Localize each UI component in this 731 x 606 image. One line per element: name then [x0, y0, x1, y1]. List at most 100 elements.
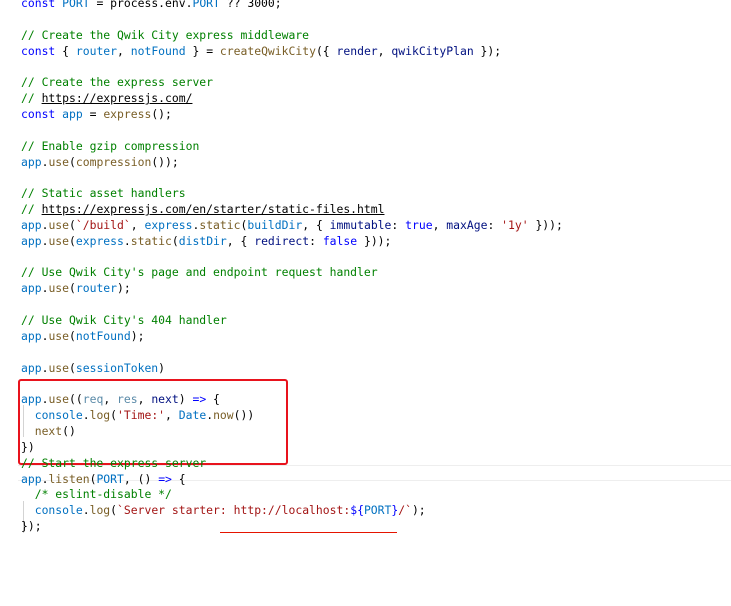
- code-line[interactable]: /* eslint-disable */: [21, 486, 172, 502]
- code-token: app: [21, 360, 42, 375]
- code-token: qwikCityPlan: [391, 43, 474, 58]
- code-token: PORT: [363, 503, 392, 518]
- code-line[interactable]: app.use(sessionToken): [21, 360, 165, 376]
- code-token: use: [48, 328, 70, 343]
- code-token: ({: [315, 43, 337, 58]
- code-token: https://expressjs.com/: [41, 91, 193, 106]
- code-token: app: [21, 233, 42, 248]
- code-token: :: [309, 233, 323, 248]
- code-token: (: [69, 154, 76, 169]
- code-token: // Create the Qwik City express middlewa…: [21, 27, 310, 42]
- code-token: , {: [226, 233, 255, 248]
- code-token: (: [69, 360, 76, 375]
- code-token: app: [21, 281, 42, 296]
- code-token: (: [171, 233, 179, 248]
- code-line[interactable]: console.log(`Server starter: http://loca…: [21, 502, 426, 518]
- code-token: ());: [151, 154, 179, 169]
- code-token: /* eslint-disable */: [34, 487, 172, 502]
- code-line[interactable]: // Create the Qwik City express middlewa…: [21, 27, 309, 43]
- code-token: :: [391, 217, 406, 232]
- code-token: notFound: [75, 328, 131, 343]
- code-token: (: [110, 503, 118, 518]
- code-token: log: [89, 408, 111, 423]
- code-line[interactable]: // Use Qwik City's page and endpoint req…: [21, 264, 378, 280]
- code-token: =>: [158, 471, 172, 486]
- code-token: '1y': [501, 217, 529, 232]
- code-token: const: [21, 43, 56, 58]
- code-line[interactable]: }): [21, 439, 35, 455]
- code-token: static: [130, 233, 172, 248]
- code-token: // Enable gzip compression: [21, 138, 200, 153]
- code-line[interactable]: next(): [21, 423, 76, 439]
- code-line[interactable]: const app = express();: [21, 106, 172, 122]
- code-token: listen: [48, 471, 90, 486]
- code-token: ${: [350, 503, 364, 518]
- code-token: use: [48, 233, 70, 248]
- code-token: ??: [219, 0, 248, 10]
- code-line[interactable]: // Enable gzip compression: [21, 138, 199, 154]
- code-line[interactable]: const { router, notFound } = createQwikC…: [21, 43, 501, 59]
- code-token: express: [75, 233, 124, 248]
- code-line[interactable]: const PORT = process.env.PORT ?? 3000;: [21, 0, 282, 11]
- code-token: use: [48, 217, 70, 232]
- code-line[interactable]: // Static asset handlers: [21, 185, 186, 201]
- code-line[interactable]: console.log('Time:', Date.now()): [21, 407, 255, 423]
- code-line[interactable]: // Create the express server: [21, 74, 213, 90]
- code-token: );: [130, 328, 145, 343]
- code-token: false: [322, 233, 358, 248]
- code-token: , {: [302, 217, 330, 232]
- code-token: ,: [103, 392, 118, 407]
- code-line[interactable]: // https://expressjs.com/: [21, 90, 192, 106]
- code-token: ): [178, 392, 193, 407]
- code-token: console: [34, 503, 83, 518]
- code-line[interactable]: // Use Qwik City's 404 handler: [21, 312, 227, 328]
- code-line[interactable]: app.use((req, res, next) => {: [21, 391, 220, 407]
- code-token: app: [62, 106, 83, 121]
- code-token: true: [405, 217, 433, 232]
- code-line[interactable]: app.listen(PORT, () => {: [21, 471, 186, 487]
- code-token: (: [69, 217, 76, 232]
- code-token: `/build`: [75, 217, 131, 232]
- code-token: express: [144, 217, 193, 232]
- code-line[interactable]: app.use(notFound);: [21, 328, 144, 344]
- code-token: :: [487, 217, 502, 232]
- code-token: log: [89, 503, 111, 518]
- code-token: ((: [69, 392, 83, 407]
- code-token: =>: [192, 392, 207, 407]
- code-line[interactable]: app.use(router);: [21, 280, 131, 296]
- code-line[interactable]: app.use(`/build`, express.static(buildDi…: [21, 217, 563, 233]
- code-line[interactable]: // Start the express server: [21, 455, 206, 471]
- code-token: app: [21, 328, 42, 343]
- code-token: // Start the express server: [21, 455, 207, 470]
- code-token: ()): [233, 408, 255, 423]
- code-token: 3000: [247, 0, 275, 10]
- code-token: app: [21, 217, 42, 232]
- code-token: // Create the express server: [21, 75, 214, 90]
- code-token: = process.env.: [89, 0, 193, 10]
- code-token: now: [213, 408, 234, 423]
- code-token: {: [55, 43, 76, 58]
- code-line[interactable]: app.use(express.static(distDir, { redire…: [21, 233, 391, 249]
- code-token: app: [21, 154, 42, 169]
- code-token: .: [123, 233, 131, 248]
- code-line[interactable]: // https://expressjs.com/en/starter/stat…: [21, 201, 384, 217]
- code-line[interactable]: });: [21, 518, 42, 534]
- code-token: https://expressjs.com/en/starter/static-…: [41, 202, 385, 217]
- code-token: //: [21, 202, 42, 217]
- code-token: `Server starter:: [117, 503, 234, 518]
- code-token: }));: [528, 217, 563, 232]
- code-token: ,: [137, 392, 152, 407]
- error-underline: [220, 532, 397, 533]
- code-token: (: [69, 328, 76, 343]
- code-editor[interactable]: const PORT = process.env.PORT ?? 3000; //…: [0, 0, 731, 606]
- code-token: =: [82, 106, 104, 121]
- code-token: next: [34, 423, 63, 438]
- code-token: (: [110, 408, 118, 423]
- code-token: render: [336, 43, 378, 58]
- code-token: maxAge: [446, 217, 488, 232]
- code-line[interactable]: app.use(compression());: [21, 154, 179, 170]
- code-token: ();: [151, 106, 172, 121]
- code-token: ,: [117, 43, 131, 58]
